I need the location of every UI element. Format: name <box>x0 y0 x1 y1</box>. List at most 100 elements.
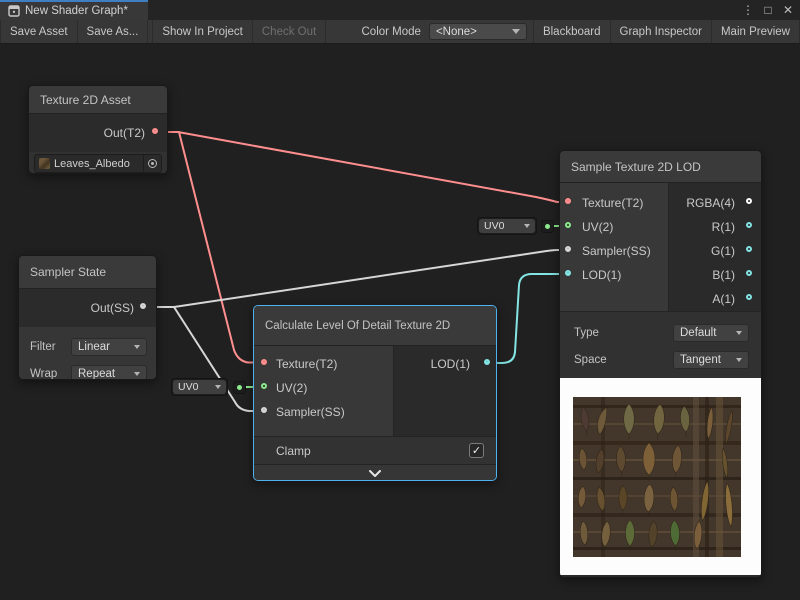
input-row-lod: LOD(1) <box>582 263 668 287</box>
filter-dropdown[interactable]: Linear <box>71 338 147 356</box>
save-as-button[interactable]: Save As... <box>78 20 149 43</box>
chevron-down-icon <box>134 345 140 349</box>
uv-channel-dropdown[interactable]: UV0 <box>173 380 226 394</box>
chevron-down-icon <box>736 331 742 335</box>
port-in-lod[interactable] <box>565 270 571 276</box>
port-out-ss[interactable] <box>140 303 146 309</box>
port-out-lod[interactable] <box>484 359 490 365</box>
port-label: UV(2) <box>582 220 613 234</box>
node-expand-footer[interactable] <box>254 464 496 481</box>
node-sampler-state[interactable]: Sampler State Out(SS) Filter Linear Wrap… <box>18 255 157 380</box>
wrap-dropdown[interactable]: Repeat <box>71 365 147 381</box>
node-sample-texture-2d-lod[interactable]: Sample Texture 2D LOD Texture(T2) UV(2) … <box>559 150 762 578</box>
tab-new-shader-graph[interactable]: New Shader Graph* <box>0 0 148 20</box>
shader-graph-window: New Shader Graph* ⋮ □ ✕ Save Asset Save … <box>0 0 800 600</box>
wrap-label: Wrap <box>30 368 71 380</box>
input-row-sampler: Sampler(SS) <box>276 400 393 424</box>
close-icon[interactable]: ✕ <box>780 1 796 19</box>
texture-name: Leaves_Albedo <box>54 158 143 170</box>
node-texture-2d-asset[interactable]: Texture 2D Asset Out(T2) Leaves_Albedo <box>28 85 168 174</box>
port-label: LOD(1) <box>431 357 470 371</box>
wire-lod-to-samplelod[interactable] <box>493 274 564 363</box>
texture-thumbnail <box>39 158 50 169</box>
port-in-texture[interactable] <box>565 198 571 204</box>
clamp-label: Clamp <box>276 444 311 458</box>
uv-channel-dropdown[interactable]: UV0 <box>479 219 535 233</box>
input-row-uv: UV(2) <box>276 376 393 400</box>
input-row-texture: Texture(T2) <box>582 191 668 215</box>
port-out-a[interactable] <box>746 294 752 300</box>
port-in-uv[interactable] <box>565 222 571 228</box>
type-dropdown[interactable]: Default <box>673 324 749 342</box>
port-label: R(1) <box>712 220 735 234</box>
port-out-t2[interactable] <box>152 128 158 134</box>
output-row-a: A(1) <box>669 287 735 311</box>
check-icon: ✓ <box>472 444 481 457</box>
port-label: UV(2) <box>276 381 307 395</box>
port-label: LOD(1) <box>582 268 621 282</box>
port-label: Sampler(SS) <box>582 244 651 258</box>
graph-inspector-button[interactable]: Graph Inspector <box>611 20 712 43</box>
input-row-sampler: Sampler(SS) <box>582 239 668 263</box>
port-in-uv[interactable] <box>261 383 267 389</box>
space-dropdown[interactable]: Tangent <box>673 351 749 369</box>
port-out-rgba[interactable] <box>746 198 752 204</box>
space-value: Tangent <box>680 354 721 366</box>
title-bar: New Shader Graph* ⋮ □ ✕ <box>0 0 800 20</box>
filter-label: Filter <box>30 341 71 353</box>
port-label: Out(T2) <box>104 126 145 140</box>
uv-default-value-dot <box>233 381 246 394</box>
input-row-uv: UV(2) <box>582 215 668 239</box>
input-row-texture: Texture(T2) <box>276 352 393 376</box>
uv-default-value-dot <box>541 220 554 233</box>
texture-object-field[interactable]: Leaves_Albedo <box>34 154 162 173</box>
uv-channel-chip-sample[interactable]: UV0 <box>477 217 537 235</box>
graph-canvas[interactable]: Texture 2D Asset Out(T2) Leaves_Albedo S… <box>0 44 800 600</box>
tab-label: New Shader Graph* <box>25 5 128 17</box>
chevron-down-icon <box>524 224 530 228</box>
expand-chevron-icon <box>368 470 382 477</box>
port-label: RGBA(4) <box>686 196 735 210</box>
wrap-value: Repeat <box>78 368 115 380</box>
main-preview-button[interactable]: Main Preview <box>712 20 800 43</box>
show-in-project-button[interactable]: Show In Project <box>152 20 253 43</box>
output-row-r: R(1) <box>669 215 735 239</box>
port-label: B(1) <box>712 268 735 282</box>
wire-texture-to-samplelod[interactable] <box>160 132 564 202</box>
port-row-out-ss: Out(SS) <box>19 289 156 327</box>
uv-channel-chip-calc[interactable]: UV0 <box>171 378 228 396</box>
color-mode-dropdown[interactable]: <None> <box>429 23 527 40</box>
node-calculate-lod-texture-2d[interactable]: Calculate Level Of Detail Texture 2D Tex… <box>253 305 497 481</box>
port-out-g[interactable] <box>746 246 752 252</box>
port-label: A(1) <box>712 292 735 306</box>
node-title: Texture 2D Asset <box>29 86 167 114</box>
color-mode-label: Color Mode <box>354 20 429 43</box>
port-in-sampler[interactable] <box>565 246 571 252</box>
leaves-texture-preview <box>573 397 741 557</box>
node-title: Sample Texture 2D LOD <box>560 151 761 183</box>
object-picker-icon <box>148 159 157 168</box>
port-label: G(1) <box>711 244 735 258</box>
port-label: Texture(T2) <box>582 196 643 210</box>
node-preview-image <box>560 378 761 575</box>
save-asset-button[interactable]: Save Asset <box>0 20 78 43</box>
shader-graph-asset-icon <box>8 5 20 17</box>
clamp-checkbox[interactable]: ✓ <box>469 443 484 458</box>
port-in-sampler[interactable] <box>261 407 267 413</box>
object-picker-button[interactable] <box>143 155 161 172</box>
output-row-lod: LOD(1) <box>394 352 470 376</box>
blackboard-button[interactable]: Blackboard <box>533 20 611 43</box>
wire-texture-to-calc[interactable] <box>160 132 261 363</box>
port-out-r[interactable] <box>746 222 752 228</box>
port-label: Texture(T2) <box>276 357 337 371</box>
output-row-g: G(1) <box>669 239 735 263</box>
chevron-down-icon <box>215 385 221 389</box>
space-label: Space <box>574 354 673 366</box>
uv-channel-value: UV0 <box>178 381 198 393</box>
port-label: Out(SS) <box>91 301 134 315</box>
maximize-icon[interactable]: □ <box>760 1 776 19</box>
port-out-b[interactable] <box>746 270 752 276</box>
port-in-texture[interactable] <box>261 359 267 365</box>
uv-channel-value: UV0 <box>484 220 504 232</box>
more-options-icon[interactable]: ⋮ <box>740 1 756 19</box>
